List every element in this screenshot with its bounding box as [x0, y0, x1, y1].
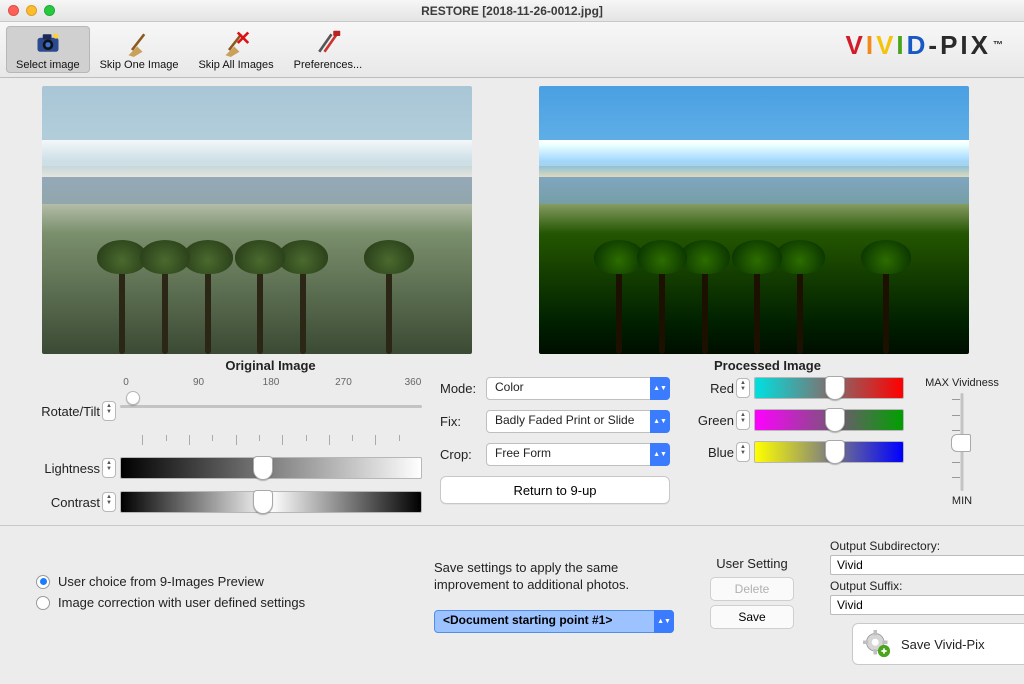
output-subdir-label: Output Subdirectory:	[830, 539, 1024, 553]
vivid-pix-logo: VIVID-PIX™	[845, 30, 1006, 61]
crop-label: Crop:	[440, 447, 486, 462]
processed-caption: Processed Image	[539, 358, 996, 373]
chevron-updown-icon: ▲▼	[650, 377, 670, 400]
blue-slider[interactable]	[754, 441, 904, 463]
contrast-label: Contrast	[22, 495, 102, 510]
contrast-slider[interactable]	[120, 491, 422, 513]
green-slider[interactable]	[754, 409, 904, 431]
toolbar-label: Skip One Image	[100, 59, 179, 71]
button-label: Save Vivid-Pix	[901, 637, 985, 652]
contrast-stepper[interactable]: ▲▼	[102, 492, 116, 512]
delete-button[interactable]: Delete	[710, 577, 794, 601]
blue-stepper[interactable]: ▲▼	[736, 442, 750, 462]
vividness-slider[interactable]	[954, 393, 970, 491]
save-vivid-pix-button[interactable]: Save Vivid-Pix	[852, 623, 1024, 665]
max-vividness-label: MAX Vividness	[925, 377, 999, 389]
divider	[0, 525, 1024, 526]
skip-all-button[interactable]: Skip All Images	[188, 26, 283, 73]
slider-knob[interactable]	[253, 456, 273, 480]
tick-label: 360	[405, 377, 422, 388]
bottom-panel: User choice from 9-Images Preview Image …	[0, 532, 1024, 675]
skip-one-button[interactable]: Skip One Image	[90, 26, 189, 73]
lightness-label: Lightness	[22, 461, 102, 476]
camera-icon	[34, 29, 62, 57]
controls-panel: Rotate/Tilt ▲▼ 0 90 180 270 360 Lightnes…	[0, 375, 1024, 521]
broom-icon	[125, 29, 153, 57]
select-image-button[interactable]: Select image	[6, 26, 90, 73]
output-suffix-input[interactable]	[830, 595, 1024, 615]
chevron-updown-icon: ▲▼	[650, 443, 670, 466]
slider-knob[interactable]	[126, 391, 140, 405]
slider-knob[interactable]	[825, 376, 845, 400]
radio-icon	[36, 575, 50, 589]
save-hint: Save settings to apply the same improvem…	[434, 560, 674, 594]
output-subdir-input[interactable]	[830, 555, 1024, 575]
document-start-select[interactable]: <Document starting point #1> ▲▼	[434, 610, 674, 633]
user-setting-header: User Setting	[692, 556, 812, 571]
slider-knob[interactable]	[253, 490, 273, 514]
tick-label: 90	[193, 377, 204, 388]
tick-label: 270	[335, 377, 352, 388]
select-value: Badly Faded Print or Slide	[486, 410, 670, 433]
toolbar-label: Select image	[16, 59, 80, 71]
close-icon[interactable]	[8, 5, 19, 16]
processed-image	[539, 86, 969, 354]
mode-select[interactable]: Color ▲▼	[486, 377, 670, 400]
radio-9images[interactable]: User choice from 9-Images Preview	[36, 574, 416, 589]
tools-icon	[314, 29, 342, 57]
toolbar-label: Preferences...	[294, 59, 362, 71]
toolbar: Select image Skip One Image Skip All Ima…	[0, 22, 1024, 78]
blue-label: Blue	[688, 445, 736, 460]
chevron-updown-icon: ▲▼	[650, 410, 670, 433]
titlebar: RESTORE [2018-11-26-0012.jpg]	[0, 0, 1024, 22]
original-image	[42, 86, 472, 354]
min-label: MIN	[952, 495, 972, 507]
window-controls	[8, 5, 55, 16]
rotate-slider[interactable]: 0 90 180 270 360	[120, 377, 422, 445]
radio-label: Image correction with user defined setti…	[58, 595, 305, 610]
green-label: Green	[688, 413, 736, 428]
green-stepper[interactable]: ▲▼	[736, 410, 750, 430]
zoom-icon[interactable]	[44, 5, 55, 16]
minimize-icon[interactable]	[26, 5, 37, 16]
slider-knob[interactable]	[825, 408, 845, 432]
select-value: Color	[486, 377, 670, 400]
slider-knob[interactable]	[825, 440, 845, 464]
return-9up-button[interactable]: Return to 9-up	[440, 476, 670, 504]
original-caption: Original Image	[42, 358, 499, 373]
red-stepper[interactable]: ▲▼	[736, 378, 750, 398]
fix-label: Fix:	[440, 414, 486, 429]
rotate-stepper[interactable]: ▲▼	[102, 401, 116, 421]
mode-label: Mode:	[440, 381, 486, 396]
select-value: Free Form	[486, 443, 670, 466]
radio-label: User choice from 9-Images Preview	[58, 574, 264, 589]
gear-plus-icon	[863, 630, 891, 658]
radio-icon	[36, 596, 50, 610]
fix-select[interactable]: Badly Faded Print or Slide ▲▼	[486, 410, 670, 433]
slider-knob[interactable]	[951, 434, 971, 452]
window-title: RESTORE [2018-11-26-0012.jpg]	[0, 4, 1024, 18]
lightness-stepper[interactable]: ▲▼	[102, 458, 116, 478]
red-label: Red	[688, 381, 736, 396]
image-compare: Original Image Processed Image	[0, 78, 1024, 375]
red-slider[interactable]	[754, 377, 904, 399]
crop-select[interactable]: Free Form ▲▼	[486, 443, 670, 466]
save-button[interactable]: Save	[710, 605, 794, 629]
rotate-label: Rotate/Tilt	[22, 404, 102, 419]
tick-label: 0	[123, 377, 129, 388]
chevron-updown-icon: ▲▼	[654, 610, 674, 633]
toolbar-label: Skip All Images	[198, 59, 273, 71]
preferences-button[interactable]: Preferences...	[284, 26, 372, 73]
output-suffix-label: Output Suffix:	[830, 579, 1024, 593]
broom-x-icon	[222, 29, 250, 57]
tick-label: 180	[263, 377, 280, 388]
radio-user-defined[interactable]: Image correction with user defined setti…	[36, 595, 416, 610]
lightness-slider[interactable]	[120, 457, 422, 479]
select-value: <Document starting point #1>	[434, 610, 674, 633]
